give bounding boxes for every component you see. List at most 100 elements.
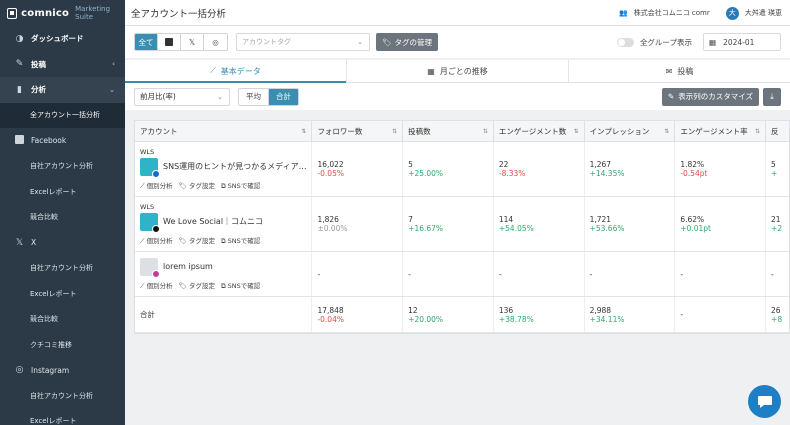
comparison-period-value: 前月比(率) [140, 92, 176, 101]
tab-posts[interactable]: ✉ 投稿 [569, 60, 790, 82]
sidebar-item-label: Instagram [31, 365, 70, 375]
individual-analysis-link[interactable]: ⟋ 個別分析 [140, 180, 173, 191]
metric-cell: 114 +54.05% [494, 197, 585, 251]
tag-icon: 🏷 [178, 181, 189, 190]
average-button[interactable]: 平均 [239, 88, 269, 105]
tag-manage-button[interactable]: 🏷 タグの管理 [376, 33, 439, 51]
external-link-icon: ⧉ [220, 236, 228, 245]
metric-diff: +25.00% [408, 169, 444, 178]
individual-analysis-link[interactable]: ⟋ 個別分析 [140, 280, 173, 291]
sidebar-item-post[interactable]: ✎ 投稿 ‹ [0, 52, 125, 78]
account-name[interactable]: We Love Social｜コムニコ [163, 216, 263, 227]
column-header-followers[interactable]: フォロワー数 ⇅ [312, 121, 404, 141]
tag-settings-link[interactable]: 🏷 タグ設定 [179, 280, 215, 291]
sidebar-item-label: 自社アカウント分析 [30, 391, 93, 400]
view-on-sns-link[interactable]: ⧉ SNSで確認 [221, 180, 260, 191]
column-header-engagement-rate[interactable]: エンゲージメント率 ⇅ [675, 121, 767, 141]
x-filter-button[interactable]: 𝕏 [181, 34, 204, 50]
account-tag-select[interactable]: アカウントタグ ⌄ [236, 33, 370, 51]
metric-cell: - [494, 252, 585, 296]
tag-settings-link[interactable]: 🏷 タグ設定 [179, 180, 215, 191]
platform-badge-icon [152, 224, 160, 233]
facebook-filter-button[interactable] [158, 34, 181, 50]
sidebar-item-x-competitor[interactable]: 競合比較 [0, 307, 125, 333]
column-header-engagements[interactable]: エンゲージメント数 ⇅ [494, 121, 585, 141]
user-name[interactable]: 大舛遣 瑛恵 [745, 8, 782, 18]
sidebar-item-all-accounts[interactable]: 全アカウント一括分析 [0, 102, 125, 128]
column-header-account[interactable]: アカウント ⇅ [135, 121, 313, 141]
individual-analysis-link[interactable]: ⟋ 個別分析 [140, 235, 173, 246]
sidebar-item-x-excel-report[interactable]: Excelレポート [0, 281, 125, 307]
avatar[interactable]: 大 [725, 6, 739, 20]
sidebar-item-ig-own-analysis[interactable]: 自社アカウント分析 [0, 383, 125, 409]
metric-value: 5 [408, 160, 413, 169]
account-actions: ⟋ 個別分析 🏷 タグ設定 ⧉ SNSで確認 [140, 235, 311, 246]
tab-monthly-trend[interactable]: ▦ 月ごとの推移 [347, 60, 569, 82]
column-header-posts[interactable]: 投稿数 ⇅ [403, 121, 494, 141]
account-name-line: SNS運用のヒントが見つかるメディア… [140, 157, 311, 178]
line-chart-icon: ⟋ [210, 66, 216, 75]
tab-label: 月ごとの推移 [439, 66, 488, 76]
column-header-extra[interactable]: 反 [766, 121, 789, 141]
view-on-sns-link[interactable]: ⧉ SNSで確認 [221, 235, 260, 246]
comparison-period-select[interactable]: 前月比(率) ⌄ [134, 87, 230, 106]
column-header-label: エンゲージメント率 [680, 126, 748, 136]
account-name[interactable]: SNS運用のヒントが見つかるメディア… [163, 161, 307, 172]
metric-diff: -0.05% [317, 169, 344, 178]
account-cell: lorem ipsum ⟋ 個別分析 🏷 タグ設定 ⧉ SNSで確認 [135, 252, 313, 296]
comnico-logo-icon [7, 7, 18, 19]
company-name[interactable]: 株式会社コムニコ comr [634, 8, 710, 18]
sidebar-item-x-own-analysis[interactable]: 自社アカウント分析 [0, 256, 125, 282]
account-avatar [140, 157, 160, 178]
metric-diff: +38.78% [498, 314, 534, 324]
table-body: WLS SNS運用のヒントが見つかるメディア… ⟋ 個別分析 🏷 タグ設定 ⧉ SNSで… [135, 142, 789, 333]
sidebar-item-x-word-of-mouth[interactable]: クチコミ推移 [0, 332, 125, 358]
metric-diff: +14.35% [589, 169, 625, 178]
x-icon: 𝕏 [15, 237, 24, 248]
chat-button[interactable] [748, 385, 781, 418]
account-cell: WLS SNS運用のヒントが見つかるメディア… ⟋ 個別分析 🏷 タグ設定 ⧉ SNSで… [135, 142, 313, 196]
customize-columns-button[interactable]: ✎ 表示列のカスタマイズ [661, 87, 759, 106]
sidebar-item-label: 自社アカウント分析 [30, 264, 93, 273]
sidebar-item-analysis[interactable]: ▮ 分析 ⌄ [0, 77, 125, 103]
metric-cell: 17,848 -0.04% [312, 297, 404, 332]
metric-value: 21 [771, 215, 781, 224]
external-link-icon: ⧉ [220, 181, 228, 190]
brand[interactable]: comnico Marketing Suite [0, 0, 125, 26]
sidebar-item-fb-excel-report[interactable]: Excelレポート [0, 179, 125, 205]
download-button[interactable]: ⤓ [763, 87, 781, 106]
account-tag-placeholder: アカウントタグ [242, 38, 291, 46]
sidebar-item-label: X [31, 238, 37, 248]
account-label: WLS [140, 147, 155, 156]
sort-icon: ⇅ [482, 127, 488, 135]
platform-all-button[interactable]: 全て [135, 34, 158, 50]
total-button[interactable]: 合計 [269, 88, 298, 105]
download-icon: ⤓ [770, 91, 774, 101]
account-label: WLS [140, 202, 155, 211]
metric-cell: 12 +20.00% [403, 297, 494, 332]
account-name[interactable]: lorem ipsum [163, 262, 213, 271]
sidebar-item-ig-excel-report[interactable]: Excelレポート [0, 409, 125, 425]
pencil-icon: ✎ [15, 59, 24, 70]
view-on-sns-link[interactable]: ⧉ SNSで確認 [221, 280, 260, 291]
date-picker[interactable]: ▦ 2024-01 [703, 33, 781, 51]
chat-icon [757, 395, 772, 408]
column-header-impressions[interactable]: インプレッション ⇅ [585, 121, 676, 141]
metric-cell: - [766, 252, 789, 296]
instagram-filter-button[interactable]: ◎ [204, 34, 227, 50]
metric-diff: +34.11% [589, 314, 625, 324]
all-groups-toggle[interactable] [616, 37, 634, 47]
sidebar-item-fb-competitor[interactable]: 競合比較 [0, 205, 125, 231]
sort-icon: ⇅ [392, 127, 398, 135]
sidebar-item-dashboard[interactable]: ◑ ダッシュボード [0, 26, 125, 52]
account-actions: ⟋ 個別分析 🏷 タグ設定 ⧉ SNSで確認 [140, 280, 311, 291]
sidebar-item-fb-own-analysis[interactable]: 自社アカウント分析 [0, 154, 125, 180]
all-groups-label: 全グループ表示 [639, 37, 692, 47]
column-header-label: アカウント [140, 126, 178, 136]
metric-cell: 1,826 ±0.00% [312, 197, 404, 251]
tag-settings-link[interactable]: 🏷 タグ設定 [179, 235, 215, 246]
instagram-icon: ◎ [15, 365, 24, 376]
tab-basic-data[interactable]: ⟋ 基本データ [125, 60, 347, 83]
metric-diff: +53.66% [589, 224, 625, 233]
metric-diff: -0.04% [317, 314, 344, 324]
